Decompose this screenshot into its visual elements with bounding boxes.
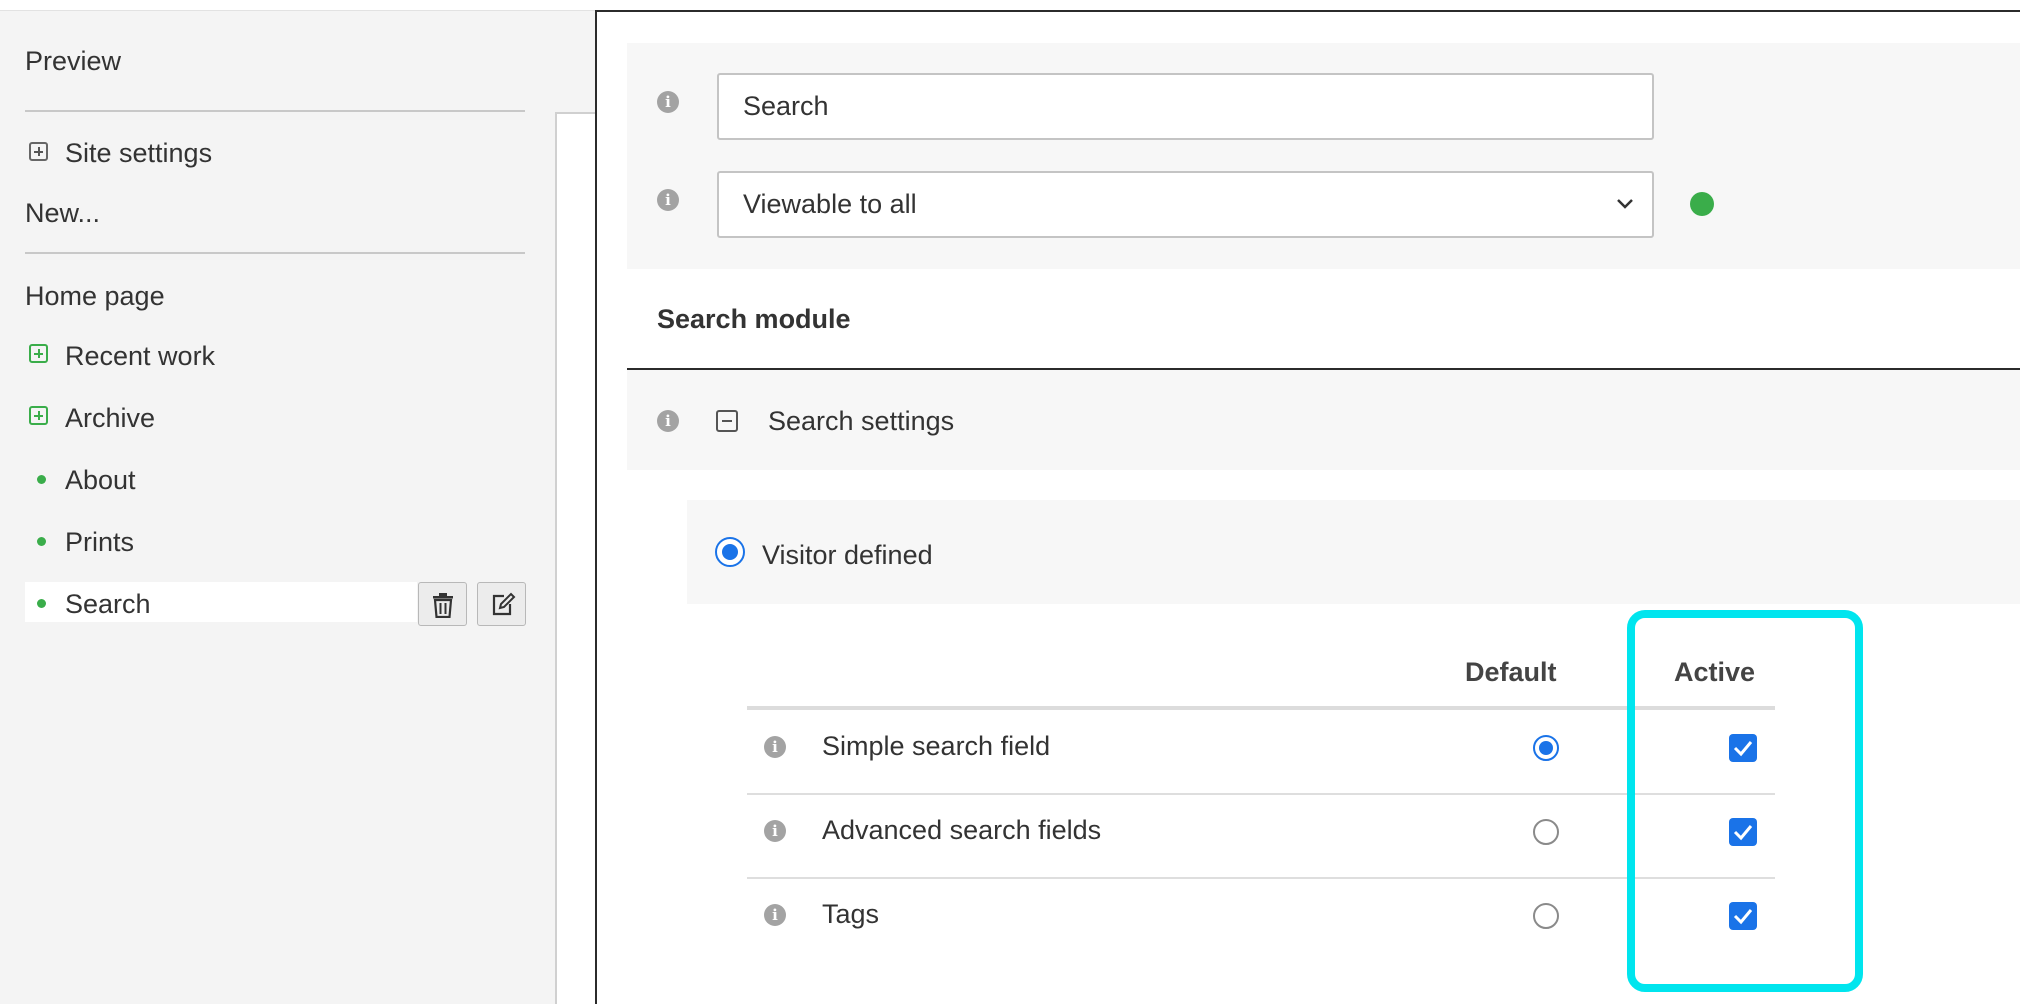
sidebar-item-prints[interactable]: Prints — [65, 527, 134, 558]
sidebar-item-home-page[interactable]: Home page — [25, 281, 165, 312]
info-icon[interactable]: i — [657, 189, 679, 211]
sidebar-item-recent-work[interactable]: Recent work — [65, 341, 215, 372]
expand-site-settings-icon[interactable] — [29, 142, 48, 161]
page-dot-icon — [37, 599, 46, 608]
row-label-tags: Tags — [822, 899, 880, 929]
page-dot-icon — [37, 537, 46, 546]
info-icon[interactable]: i — [764, 904, 786, 926]
edit-page-button[interactable] — [477, 582, 526, 626]
sidebar-item-archive[interactable]: Archive — [65, 403, 155, 434]
table-row-divider — [747, 877, 1775, 879]
visibility-select[interactable]: Viewable to all — [717, 171, 1654, 238]
info-icon[interactable]: i — [657, 91, 679, 113]
table-row-divider — [747, 793, 1775, 795]
column-header-default: Default — [1465, 657, 1557, 687]
row-label-advanced-search-fields: Advanced search fields — [822, 815, 1102, 845]
expand-archive-icon[interactable] — [29, 406, 48, 425]
new-page-link[interactable]: New... — [25, 198, 100, 229]
info-icon[interactable]: i — [657, 410, 679, 432]
info-icon[interactable]: i — [764, 820, 786, 842]
info-icon[interactable]: i — [764, 736, 786, 758]
expand-recent-work-icon[interactable] — [29, 344, 48, 363]
sidebar-divider — [25, 252, 525, 254]
sidebar-item-site-settings[interactable]: Site settings — [65, 138, 212, 169]
page-dot-icon — [37, 475, 46, 484]
collapse-icon[interactable] — [716, 410, 738, 432]
preview-link[interactable]: Preview — [25, 46, 121, 77]
sidebar-item-search[interactable]: Search — [65, 589, 151, 620]
sidebar-divider — [25, 110, 525, 112]
default-radio-advanced-search[interactable] — [1533, 819, 1559, 845]
active-column-highlight — [1627, 610, 1863, 992]
sidebar-item-about[interactable]: About — [65, 465, 136, 496]
visitor-defined-radio[interactable] — [715, 537, 745, 567]
visibility-value: Viewable to all — [743, 189, 917, 219]
trash-icon — [433, 593, 453, 618]
section-title: Search module — [657, 304, 851, 334]
page-title-input[interactable]: Search — [717, 73, 1654, 140]
visibility-status-icon — [1690, 192, 1714, 216]
default-radio-tags[interactable] — [1533, 903, 1559, 929]
table-header-divider — [747, 706, 1775, 710]
visitor-defined-label[interactable]: Visitor defined — [762, 540, 933, 571]
chevron-down-icon — [1617, 199, 1633, 209]
search-settings-label[interactable]: Search settings — [768, 406, 954, 437]
edit-icon — [492, 592, 516, 616]
default-radio-simple-search[interactable] — [1533, 735, 1559, 761]
delete-page-button[interactable] — [418, 582, 467, 626]
row-label-simple-search-field: Simple search field — [822, 731, 1051, 761]
